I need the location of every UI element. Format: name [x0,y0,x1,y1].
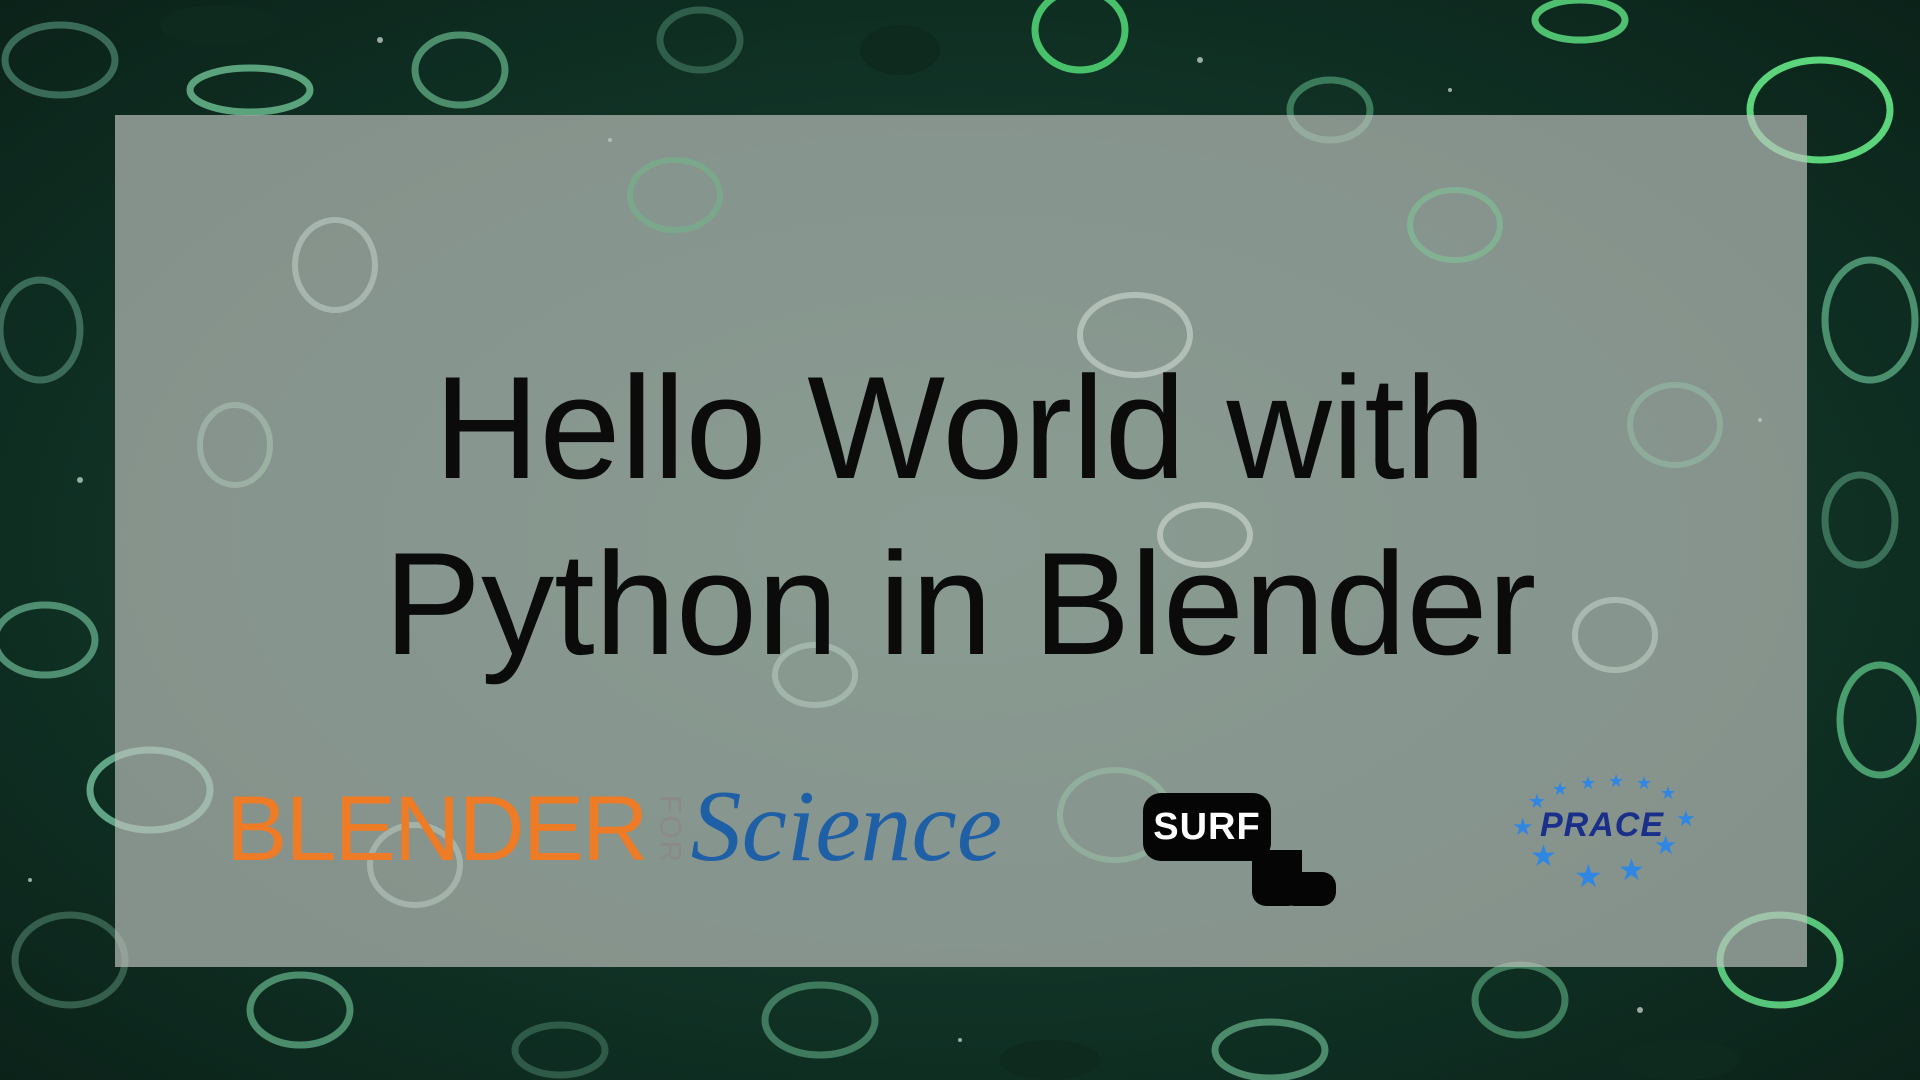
prace-logo-text: PRACE [1540,806,1665,844]
star-icon: ★ [1618,854,1645,887]
star-icon: ★ [1530,840,1557,873]
star-icon: ★ [1580,773,1597,793]
star-icon: ★ [1636,773,1653,793]
title-line-2: Python in Blender [383,522,1537,685]
star-icon: ★ [1608,771,1625,791]
star-icon: ★ [1574,858,1603,894]
surf-logo-text: SURF [1153,806,1261,848]
logo-blender-text: BLENDER [226,778,649,880]
prace-logo: ★ ★ ★ ★ ★ ★ ★ ★ ★ ★ ★ ★ PRACE [1500,772,1700,902]
star-icon: ★ [1552,779,1569,799]
star-icon: ★ [1512,814,1534,841]
surf-logo-tail-end-shape [1280,872,1336,906]
star-icon: ★ [1676,806,1696,831]
title-line-1: Hello World with [433,346,1487,509]
blender-for-science-logo: BLENDER FOR Science [226,765,1003,883]
slide-title: Hello World with Python in Blender [0,340,1920,692]
logo-science-text: Science [690,770,1003,883]
logo-for-text: FOR [653,795,687,865]
star-icon: ★ [1660,783,1677,803]
surf-logo: SURF [1140,790,1340,906]
